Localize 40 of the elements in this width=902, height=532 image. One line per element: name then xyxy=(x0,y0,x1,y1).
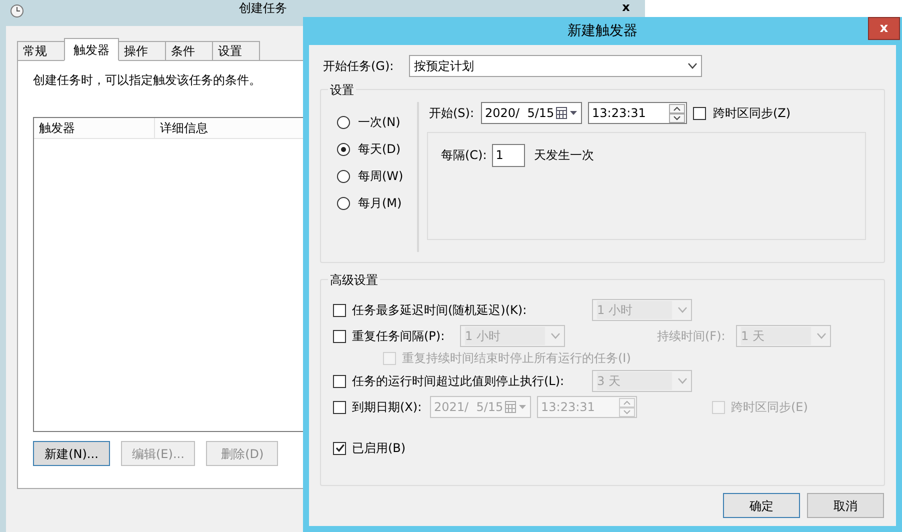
radio-button[interactable] xyxy=(337,142,350,156)
radio-button[interactable] xyxy=(337,116,350,128)
spin-icon[interactable] xyxy=(669,104,685,122)
tab[interactable]: 设置 xyxy=(212,41,260,61)
interval-field[interactable]: 1 xyxy=(492,144,525,167)
field-label: 持续时间(F): xyxy=(657,328,726,345)
dialog-button[interactable]: 取消 xyxy=(807,493,884,518)
date-field[interactable]: 2020/ 5/15 xyxy=(481,102,582,124)
chevron-icon xyxy=(551,333,560,339)
dropdown[interactable]: 按预定计划 xyxy=(409,55,702,77)
chevron-icon xyxy=(678,307,687,313)
calendar-icon[interactable] xyxy=(556,107,578,119)
time-field[interactable]: 13:23:31 xyxy=(588,102,687,124)
radio-button[interactable] xyxy=(337,196,350,210)
tab[interactable]: 常规 xyxy=(17,41,65,61)
field-suffix: 天发生一次 xyxy=(534,147,594,164)
radio-button[interactable] xyxy=(337,170,350,182)
description: 创建任务时，可以指定触发该任务的条件。 xyxy=(33,72,262,89)
dialog-title: 新建触发器 xyxy=(568,22,638,40)
tab[interactable]: 触发器 xyxy=(64,38,119,61)
radio-label[interactable]: 每周(W) xyxy=(358,167,404,185)
checkbox[interactable] xyxy=(693,106,706,120)
radio-label[interactable]: 每天(D) xyxy=(358,140,401,158)
chevron-icon xyxy=(817,333,826,339)
checkbox-label[interactable]: 已启用(B) xyxy=(352,439,406,457)
chevron-icon xyxy=(688,63,697,69)
action-button[interactable]: 新建(N)... xyxy=(33,441,110,466)
radio-label[interactable]: 每月(M) xyxy=(358,194,402,212)
close-button[interactable]: x xyxy=(868,17,900,40)
chevron-icon xyxy=(678,378,687,384)
checkbox[interactable] xyxy=(333,442,346,454)
field-label: 每隔(C): xyxy=(441,147,487,164)
column-header[interactable]: 触发器 xyxy=(34,118,155,138)
window-title: 创建任务 xyxy=(239,0,287,16)
checkbox-label[interactable]: 跨时区同步(Z) xyxy=(713,104,791,122)
clock-icon xyxy=(10,4,24,18)
field-label: 开始任务(G): xyxy=(323,58,395,75)
dialog-button[interactable]: 确定 xyxy=(723,493,800,518)
radio-label[interactable]: 一次(N) xyxy=(358,113,400,131)
field-label: 开始(S): xyxy=(429,105,475,122)
